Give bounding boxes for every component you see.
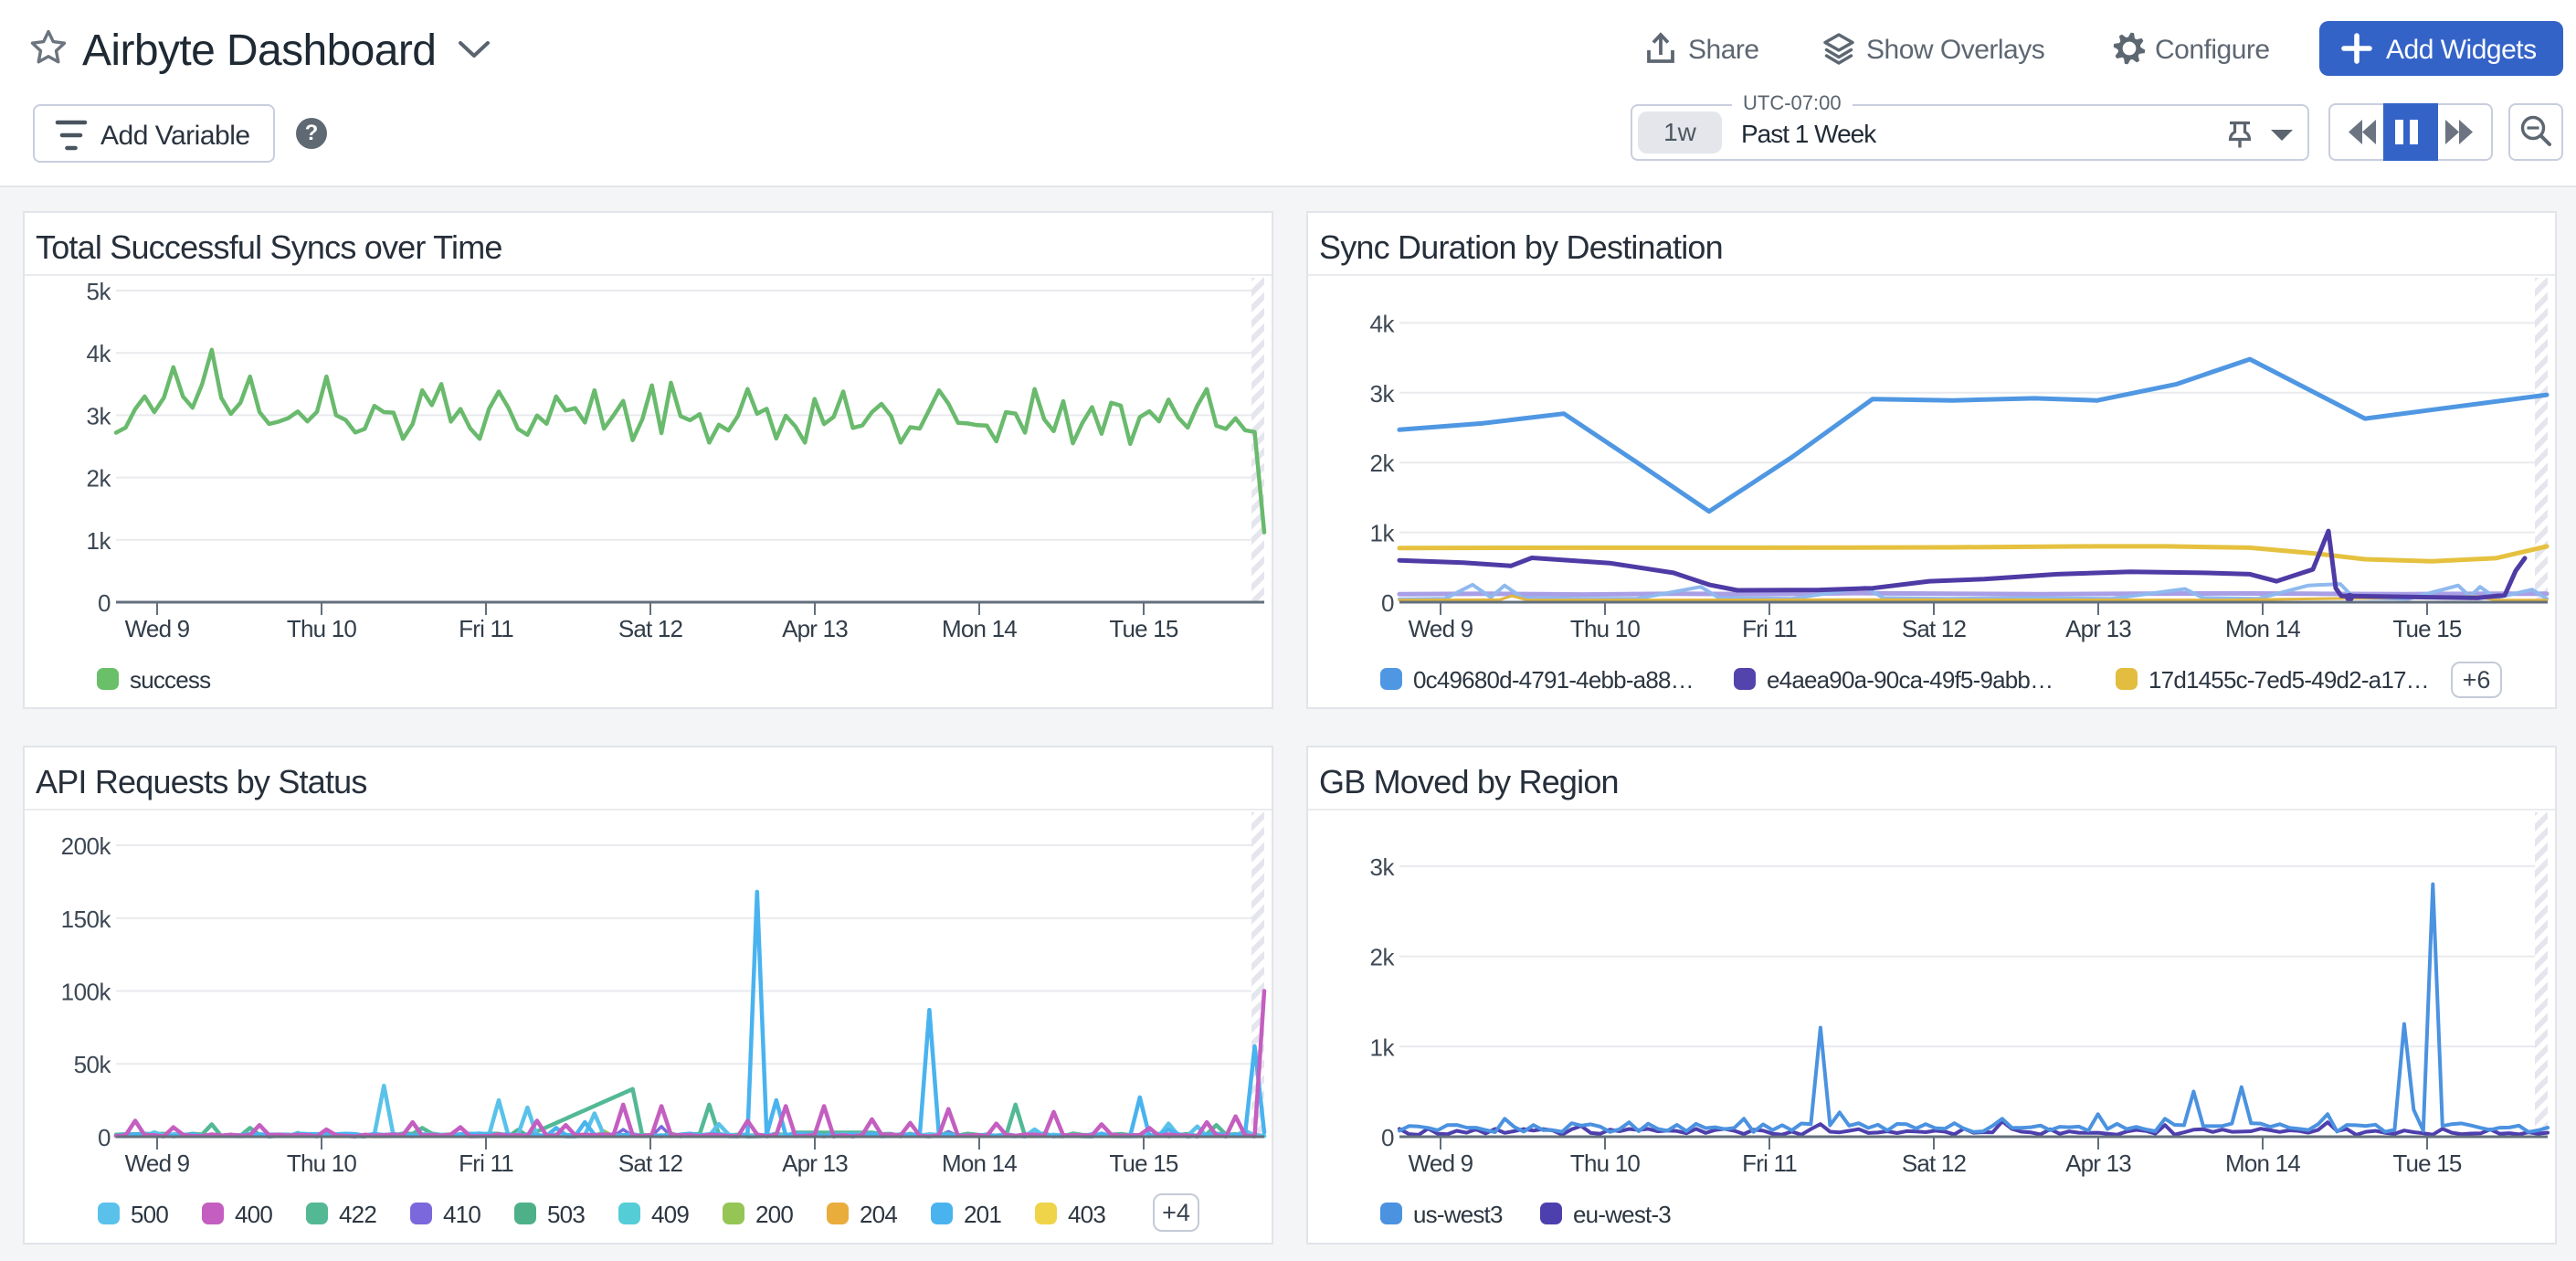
svg-text:1k: 1k xyxy=(1370,520,1396,547)
svg-text:Sat 12: Sat 12 xyxy=(618,1150,683,1177)
svg-text:0: 0 xyxy=(1381,1124,1394,1151)
svg-text:Fri 11: Fri 11 xyxy=(459,615,513,642)
svg-text:3k: 3k xyxy=(1370,380,1396,408)
svg-text:Apr 13: Apr 13 xyxy=(2065,1150,2131,1177)
svg-text:Wed 9: Wed 9 xyxy=(125,615,190,642)
svg-text:Thu 10: Thu 10 xyxy=(1570,615,1640,642)
svg-text:0: 0 xyxy=(1381,589,1394,617)
svg-text:Wed 9: Wed 9 xyxy=(1409,1150,1473,1177)
svg-text:100k: 100k xyxy=(61,979,112,1006)
svg-text:3k: 3k xyxy=(1370,853,1396,881)
svg-text:3k: 3k xyxy=(87,402,112,429)
svg-text:Sat 12: Sat 12 xyxy=(1902,1150,1967,1177)
svg-text:50k: 50k xyxy=(74,1051,112,1078)
svg-text:Apr 13: Apr 13 xyxy=(782,1150,848,1177)
svg-text:200k: 200k xyxy=(61,832,112,860)
svg-text:Fri 11: Fri 11 xyxy=(459,1150,513,1177)
svg-text:Thu 10: Thu 10 xyxy=(287,615,356,642)
svg-text:1k: 1k xyxy=(87,527,112,555)
svg-text:Sat 12: Sat 12 xyxy=(1902,615,1967,642)
svg-text:Apr 13: Apr 13 xyxy=(782,615,848,642)
svg-text:Tue 15: Tue 15 xyxy=(2392,1150,2462,1177)
svg-text:0: 0 xyxy=(98,1124,111,1151)
svg-text:2k: 2k xyxy=(1370,450,1396,477)
svg-text:5k: 5k xyxy=(87,278,112,305)
svg-text:Mon 14: Mon 14 xyxy=(2225,615,2300,642)
svg-text:Thu 10: Thu 10 xyxy=(287,1150,356,1177)
svg-text:Sat 12: Sat 12 xyxy=(618,615,683,642)
svg-text:150k: 150k xyxy=(61,906,112,933)
svg-text:Wed 9: Wed 9 xyxy=(1409,615,1473,642)
svg-text:1k: 1k xyxy=(1370,1033,1396,1061)
svg-text:Mon 14: Mon 14 xyxy=(2225,1150,2300,1177)
svg-text:0: 0 xyxy=(98,589,111,617)
svg-text:2k: 2k xyxy=(1370,944,1396,971)
svg-text:4k: 4k xyxy=(1370,310,1396,337)
svg-text:Tue 15: Tue 15 xyxy=(1109,1150,1178,1177)
svg-text:4k: 4k xyxy=(87,340,112,367)
svg-text:Wed 9: Wed 9 xyxy=(125,1150,190,1177)
svg-text:Mon 14: Mon 14 xyxy=(942,615,1017,642)
svg-text:2k: 2k xyxy=(87,465,112,493)
svg-text:Fri 11: Fri 11 xyxy=(1742,615,1797,642)
svg-text:Tue 15: Tue 15 xyxy=(2392,615,2462,642)
svg-text:Mon 14: Mon 14 xyxy=(942,1150,1017,1177)
svg-text:Tue 15: Tue 15 xyxy=(1109,615,1178,642)
svg-text:Fri 11: Fri 11 xyxy=(1742,1150,1797,1177)
svg-text:Apr 13: Apr 13 xyxy=(2065,615,2131,642)
svg-text:Thu 10: Thu 10 xyxy=(1570,1150,1640,1177)
